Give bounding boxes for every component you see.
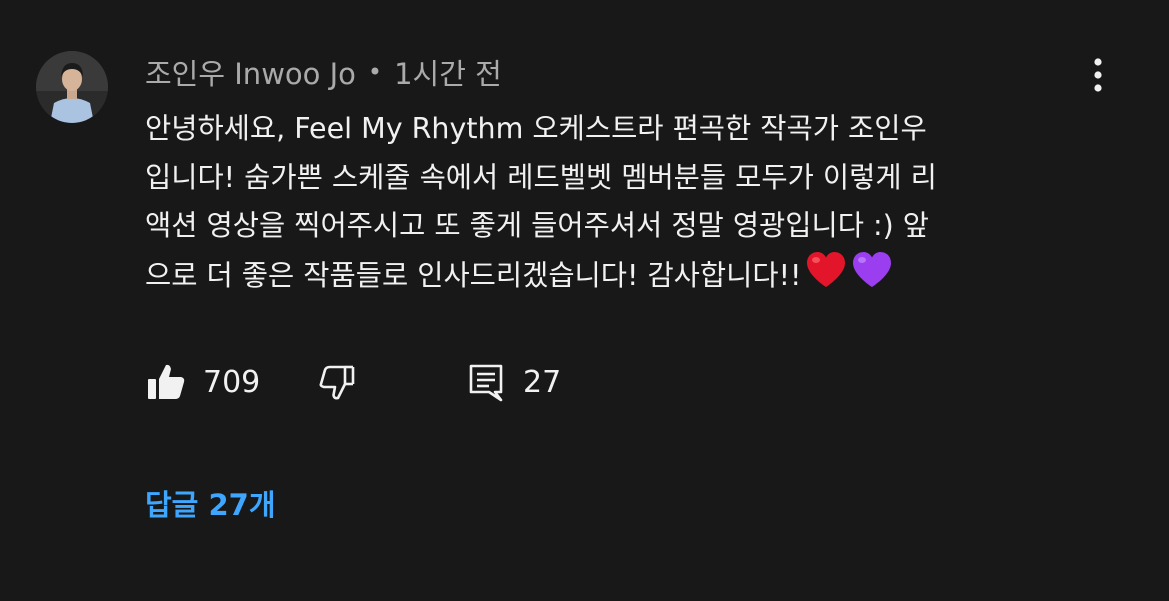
- avatar[interactable]: [36, 51, 108, 123]
- comment-text-line: 입니다! 숨가쁜 스케줄 속에서 레드벨벳 멤버분들 모두가 이렇게 리: [145, 160, 937, 194]
- comment-timestamp[interactable]: 1시간 전: [394, 51, 502, 93]
- view-replies-link[interactable]: 답글 27개: [145, 482, 276, 524]
- dislike-button[interactable]: [317, 358, 357, 406]
- red-heart-icon: [805, 251, 847, 305]
- avatar-photo: [36, 51, 108, 123]
- reply-count: 27: [523, 364, 562, 400]
- more-vert-icon: [1094, 58, 1102, 92]
- comment-text-line: 액션 영상을 찍어주시고 또 좋게 들어주셔서 정말 영광입니다 :) 앞: [145, 209, 929, 242]
- comment-icon: [469, 364, 503, 402]
- like-count: 709: [203, 364, 261, 400]
- meta-separator: •: [367, 58, 383, 86]
- author-name[interactable]: 조인우 Inwoo Jo: [145, 51, 356, 93]
- more-options-button[interactable]: [1082, 56, 1114, 96]
- reply-button[interactable]: 27: [467, 358, 561, 406]
- comment-text-line-last: 으로 더 좋은 작품들로 인사드리겠습니다! 감사합니다!!: [145, 251, 1085, 305]
- thumbs-up-filled-icon: [148, 364, 185, 399]
- like-button[interactable]: 709: [145, 358, 260, 406]
- thumbs-down-outline-icon: [319, 365, 355, 400]
- comment-text-line-content: 으로 더 좋은 작품들로 인사드리겠습니다! 감사합니다!!: [145, 258, 802, 292]
- comment-text-line: 안녕하세요, Feel My Rhythm 오케스트라 편곡한 작곡가 조인우: [145, 112, 927, 145]
- comment-text: 안녕하세요, Feel My Rhythm 오케스트라 편곡한 작곡가 조인우 …: [145, 105, 1085, 304]
- purple-heart-icon: [851, 251, 893, 305]
- comment-thread: 조인우 Inwoo Jo • 1시간 전 안녕하세요, Feel My Rhyt…: [0, 0, 1169, 601]
- comment-header: 조인우 Inwoo Jo • 1시간 전: [145, 52, 502, 92]
